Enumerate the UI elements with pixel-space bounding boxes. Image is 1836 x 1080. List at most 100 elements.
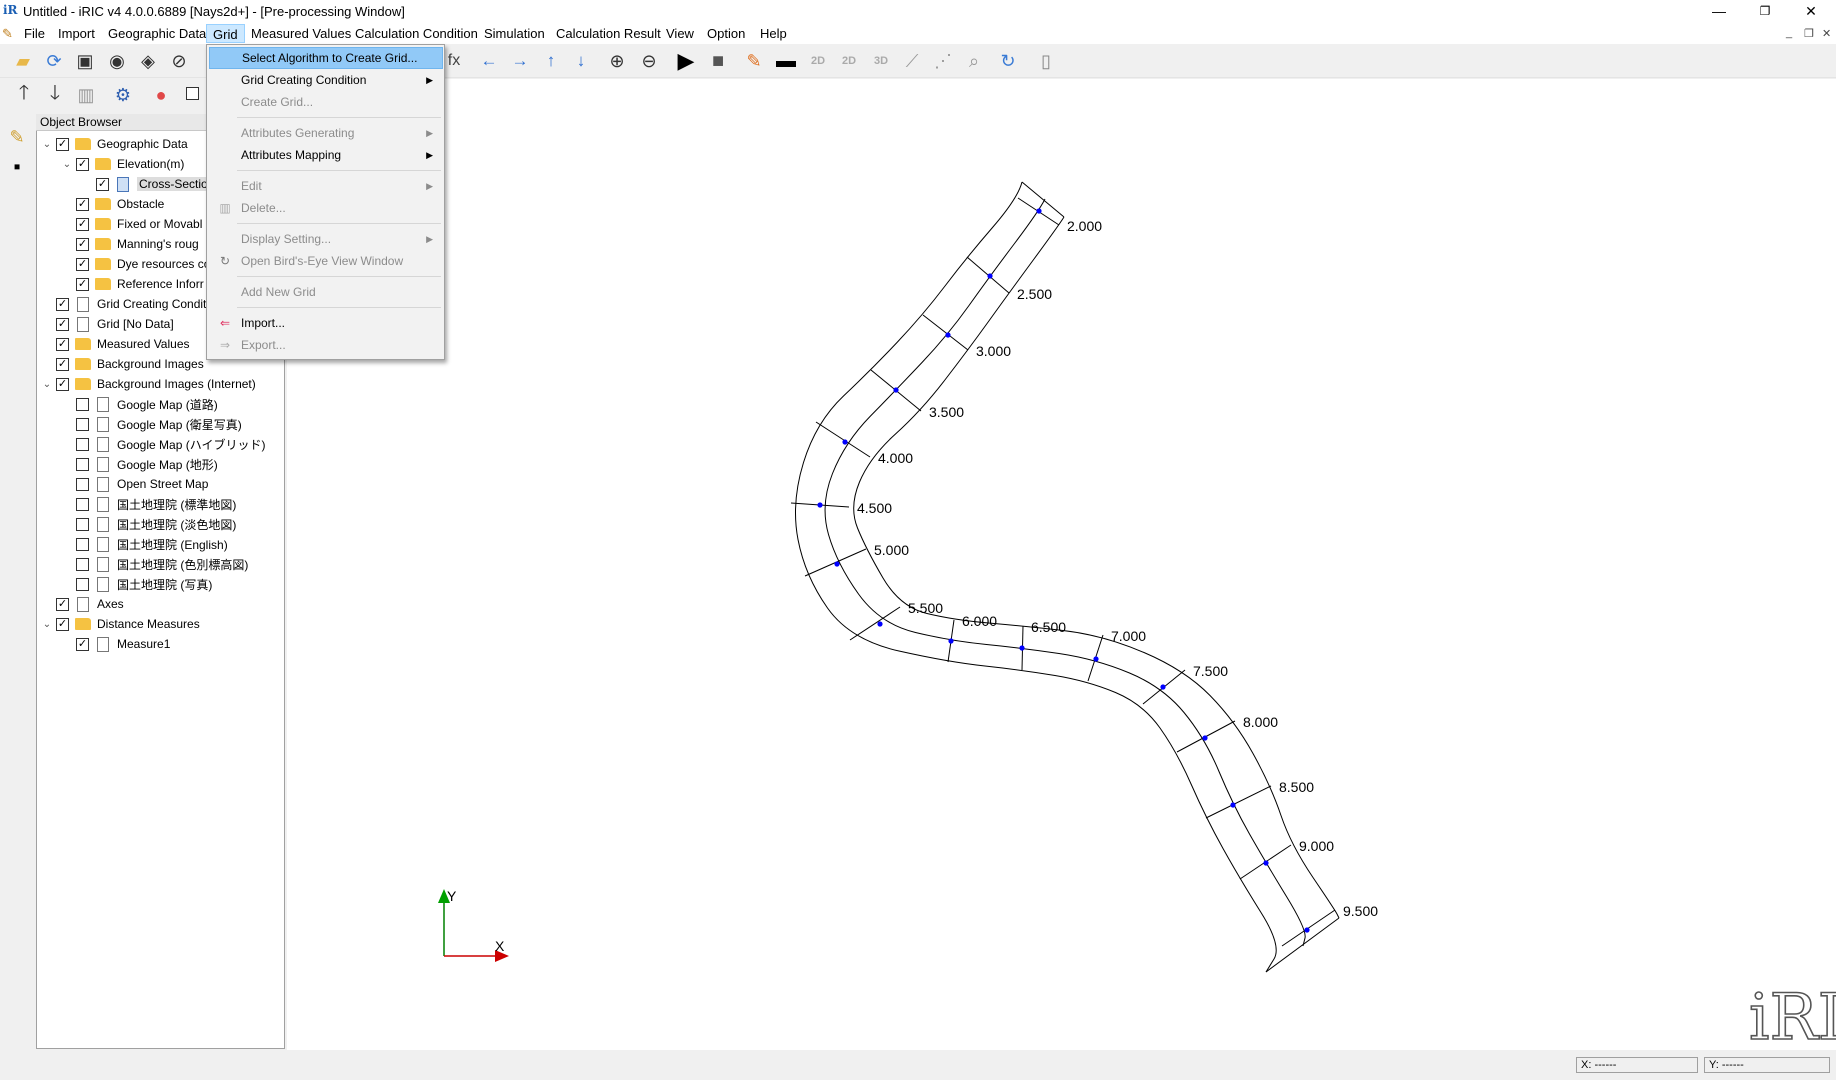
- menu-file[interactable]: File: [18, 24, 51, 43]
- terminal-icon[interactable]: ▬: [773, 48, 799, 74]
- tree-item[interactable]: ✓ Fixed or Movabl: [61, 214, 202, 234]
- expand-arrow-icon[interactable]: ⌄: [41, 619, 53, 630]
- tree-item[interactable]: ✓ Measured Values: [41, 334, 190, 354]
- menu-view[interactable]: View: [660, 24, 700, 43]
- reload-icon[interactable]: ⟳: [41, 48, 67, 74]
- view-3d-icon[interactable]: 3D: [868, 48, 894, 74]
- tree-item-checkbox[interactable]: ✓: [76, 217, 89, 231]
- snapshot-window-icon[interactable]: ◈: [135, 48, 161, 74]
- tree-item[interactable]: ⌄ ✓ Geographic Data: [41, 134, 188, 154]
- chart-zoom-icon[interactable]: ⌕: [961, 48, 987, 74]
- console-tool-icon[interactable]: ▪: [4, 154, 30, 180]
- menu-grid-creating-condition[interactable]: Grid Creating Condition ▶: [209, 69, 443, 91]
- toolbar-checkbox[interactable]: [186, 87, 199, 100]
- tree-item-checkbox[interactable]: ✓: [56, 317, 69, 331]
- tree-item[interactable]: ✓ Cross-Sectio: [81, 174, 210, 194]
- tree-item-checkbox[interactable]: [76, 457, 89, 471]
- tree-item[interactable]: ✓ Manning's roug: [61, 234, 199, 254]
- tree-item-checkbox[interactable]: ✓: [56, 297, 69, 311]
- menu-open-birds-eye[interactable]: ↻ Open Bird's-Eye View Window: [209, 250, 443, 272]
- menu-simulation[interactable]: Simulation: [478, 24, 551, 43]
- pencil-tool-icon[interactable]: ✎: [4, 124, 30, 150]
- menu-export[interactable]: ⇒ Export...: [209, 334, 443, 356]
- menu-edit[interactable]: Edit ▶: [209, 175, 443, 197]
- menu-add-new-grid[interactable]: Add New Grid: [209, 281, 443, 303]
- tree-item-checkbox[interactable]: ✓: [56, 357, 69, 371]
- menu-import[interactable]: ⇐ Import...: [209, 312, 443, 334]
- mdi-minimize-button[interactable]: _: [1786, 27, 1792, 39]
- snapshot-icon[interactable]: ◉: [104, 48, 130, 74]
- save-icon[interactable]: ▣: [72, 48, 98, 74]
- tree-item[interactable]: Open Street Map: [61, 474, 208, 494]
- menu-select-algorithm[interactable]: Select Algorithm to Create Grid...: [209, 47, 443, 69]
- pan-up-icon[interactable]: ↑: [538, 48, 564, 74]
- menu-measured-values[interactable]: Measured Values: [245, 24, 357, 43]
- color-palette-icon[interactable]: ●: [148, 82, 174, 108]
- tree-item-checkbox[interactable]: ✓: [76, 157, 89, 171]
- menu-attributes-generating[interactable]: Attributes Generating ▶: [209, 122, 443, 144]
- tree-item-checkbox[interactable]: [76, 397, 89, 411]
- tree-item[interactable]: 国土地理院 (淡色地図): [61, 514, 236, 534]
- expand-arrow-icon[interactable]: ⌄: [61, 159, 73, 170]
- tree-item-checkbox[interactable]: [76, 537, 89, 551]
- tree-item[interactable]: 国土地理院 (標準地図): [61, 494, 236, 514]
- pan-down-icon[interactable]: ↓: [568, 48, 594, 74]
- tree-item[interactable]: ✓ Grid Creating Condit: [41, 294, 206, 314]
- tree-item-checkbox[interactable]: ✓: [76, 237, 89, 251]
- tree-item[interactable]: ⌄ ✓ Distance Measures: [41, 614, 200, 634]
- menu-help[interactable]: Help: [754, 24, 793, 43]
- tree-item-checkbox[interactable]: [76, 577, 89, 591]
- tree-item-checkbox[interactable]: [76, 557, 89, 571]
- open-folder-icon[interactable]: ▰: [10, 48, 36, 74]
- tree-item[interactable]: Google Map (道路): [61, 394, 218, 414]
- move-up-icon[interactable]: 🡑: [11, 82, 37, 108]
- scatter-graph-icon[interactable]: ⋰: [930, 48, 956, 74]
- expand-arrow-icon[interactable]: ⌄: [41, 139, 53, 150]
- mouse-icon[interactable]: ▯: [1033, 48, 1059, 74]
- tree-item-checkbox[interactable]: ✓: [56, 597, 69, 611]
- tree-item-checkbox[interactable]: ✓: [76, 277, 89, 291]
- tree-item[interactable]: ⌄ ✓ Background Images (Internet): [41, 374, 256, 394]
- tree-item-checkbox[interactable]: [76, 417, 89, 431]
- menu-delete[interactable]: ▥ Delete...: [209, 197, 443, 219]
- tree-item[interactable]: ✓ Background Images: [41, 354, 204, 374]
- stop-draw-icon[interactable]: ⊘: [166, 48, 192, 74]
- graph-icon[interactable]: ⟋: [899, 48, 925, 74]
- tree-item-checkbox[interactable]: ✓: [56, 337, 69, 351]
- tree-item-checkbox[interactable]: ✓: [56, 137, 69, 151]
- tree-item[interactable]: ✓ Axes: [41, 594, 124, 614]
- edit-pencil-icon[interactable]: ✎: [741, 48, 767, 74]
- tree-item-checkbox[interactable]: ✓: [76, 637, 89, 651]
- tree-item-checkbox[interactable]: ✓: [76, 257, 89, 271]
- move-down-icon[interactable]: 🡓: [42, 82, 68, 108]
- tree-item-checkbox[interactable]: ✓: [76, 197, 89, 211]
- menu-option[interactable]: Option: [701, 24, 751, 43]
- close-button[interactable]: ✕: [1788, 0, 1834, 23]
- zoom-in-icon[interactable]: ⊕: [604, 48, 630, 74]
- restore-button[interactable]: ❐: [1742, 0, 1788, 23]
- tree-item[interactable]: ✓ Obstacle: [61, 194, 164, 214]
- menu-attributes-mapping[interactable]: Attributes Mapping ▶: [209, 144, 443, 166]
- menu-geographic-data[interactable]: Geographic Data: [102, 24, 212, 43]
- menu-calculation-result[interactable]: Calculation Result: [550, 24, 667, 43]
- tree-item[interactable]: ✓ Grid [No Data]: [41, 314, 174, 334]
- delete-icon[interactable]: ▥: [73, 82, 99, 108]
- tree-item-checkbox[interactable]: ✓: [56, 617, 69, 631]
- tree-item-checkbox[interactable]: ✓: [96, 177, 109, 191]
- tree-item[interactable]: ✓ Measure1: [61, 634, 170, 654]
- tree-item[interactable]: Google Map (ハイブリッド): [61, 434, 265, 454]
- tree-item-checkbox[interactable]: [76, 517, 89, 531]
- tree-item[interactable]: Google Map (衛星写真): [61, 414, 242, 434]
- menu-calculation-condition[interactable]: Calculation Condition: [349, 24, 484, 43]
- stop-icon[interactable]: ■: [705, 48, 731, 74]
- run-icon[interactable]: ▶: [673, 48, 699, 74]
- menu-display-setting[interactable]: Display Setting... ▶: [209, 228, 443, 250]
- properties-icon[interactable]: ⚙: [110, 82, 136, 108]
- tree-item[interactable]: ✓ Dye resources co: [61, 254, 210, 274]
- tree-item[interactable]: 国土地理院 (色別標高図): [61, 554, 248, 574]
- view-2d-birdseye-icon[interactable]: 2D: [836, 48, 862, 74]
- tree-item-checkbox[interactable]: [76, 477, 89, 491]
- pre-processing-canvas[interactable]: 2.000 2.500 3.000 3.500 4.000 4.500 5.000 5.500…: [287, 79, 1836, 1056]
- menu-import[interactable]: Import: [52, 24, 101, 43]
- tree-item[interactable]: ✓ Reference Inforr: [61, 274, 204, 294]
